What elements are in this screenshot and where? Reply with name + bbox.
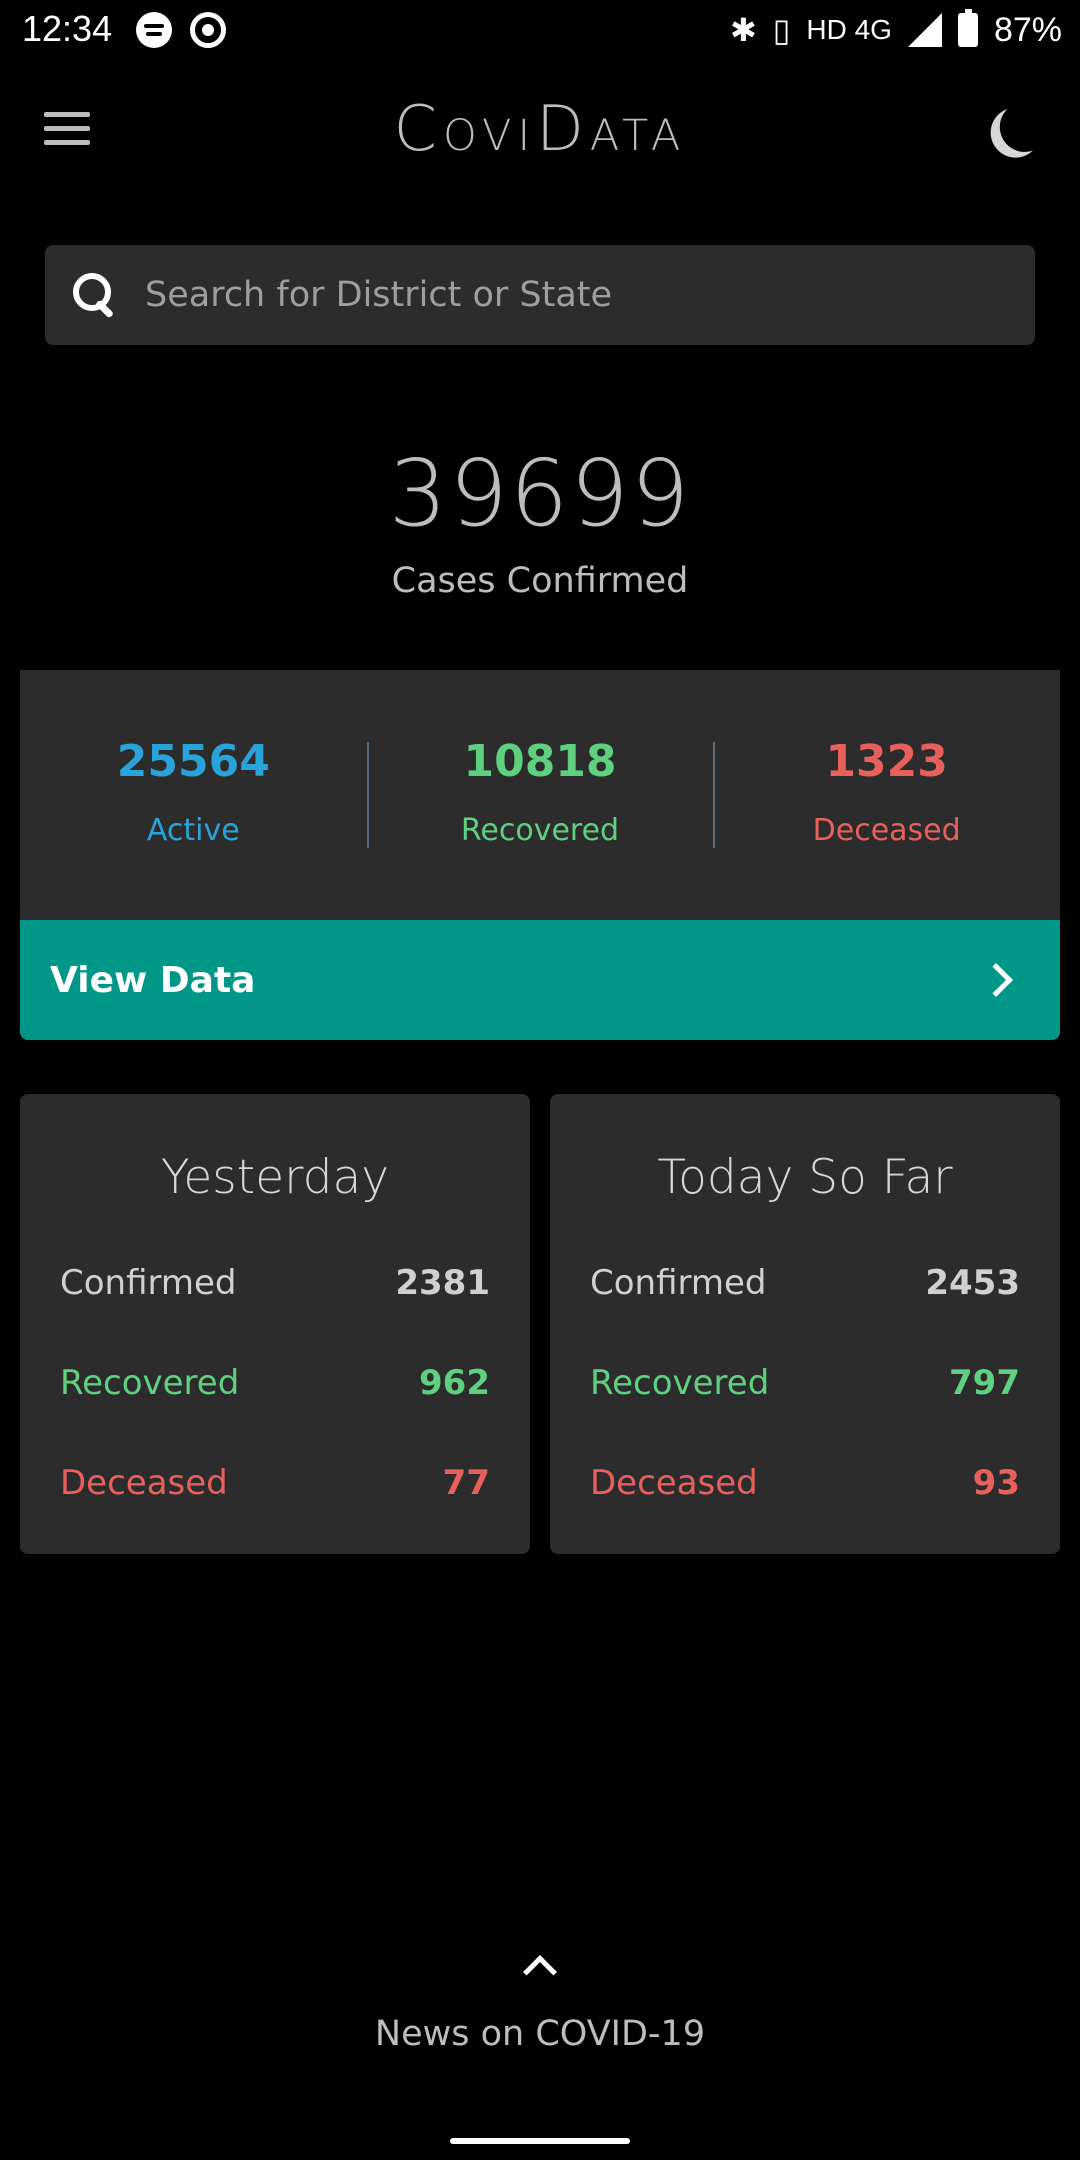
deceased-value: 77	[442, 1463, 490, 1503]
app-bar: CoviData	[0, 60, 1080, 200]
network-type: HD 4G	[806, 14, 892, 45]
today-recovered-row: Recovered 797	[590, 1358, 1020, 1408]
today-confirmed-row: Confirmed 2453	[590, 1258, 1020, 1308]
view-data-label: View Data	[50, 959, 256, 1001]
summary-stats: 25564 Active 10818 Recovered 1323 Deceas…	[20, 670, 1060, 920]
battery-icon	[957, 9, 978, 47]
chevron-up-icon	[523, 1955, 557, 1989]
signal-icon	[907, 13, 942, 47]
stat-active: 25564 Active	[20, 670, 367, 920]
confirmed-value: 2453	[925, 1263, 1020, 1303]
notification-app-icon	[190, 12, 226, 48]
search-icon	[73, 273, 117, 317]
deceased-label: Deceased	[812, 813, 961, 848]
summary-card: 25564 Active 10818 Recovered 1323 Deceas…	[20, 670, 1060, 1040]
battery-percent: 87%	[993, 10, 1062, 49]
today-card: Today So Far Confirmed 2453 Recovered 79…	[550, 1094, 1060, 1554]
confirmed-label: Cases Confirmed	[391, 561, 689, 601]
today-deceased-row: Deceased 93	[590, 1458, 1020, 1508]
deceased-label: Deceased	[60, 1463, 228, 1503]
app-title: CoviData	[393, 92, 687, 165]
headline: 39699 Cases Confirmed	[0, 440, 1080, 601]
home-indicator[interactable]	[450, 2138, 630, 2144]
news-panel-toggle[interactable]: News on COVID-19	[0, 1950, 1080, 2054]
recovered-value: 10818	[463, 736, 617, 787]
recovered-label: Recovered	[60, 1363, 240, 1403]
today-title: Today So Far	[657, 1150, 953, 1205]
confirmed-label: Confirmed	[590, 1263, 767, 1303]
confirmed-label: Confirmed	[60, 1263, 237, 1303]
recovered-value: 797	[949, 1363, 1020, 1403]
news-label: News on COVID-19	[374, 2014, 706, 2054]
view-data-button[interactable]: View Data	[20, 920, 1060, 1040]
deceased-value: 93	[972, 1463, 1020, 1503]
recovered-label: Recovered	[590, 1363, 770, 1403]
recovered-label: Recovered	[460, 813, 620, 848]
yesterday-confirmed-row: Confirmed 2381	[60, 1258, 490, 1308]
status-time: 12:34	[22, 8, 113, 49]
stat-deceased: 1323 Deceased	[713, 670, 1060, 920]
spotify-icon	[136, 12, 172, 48]
status-icons: ✱ ▯ HD 4G 87%	[730, 6, 1062, 54]
search-bar[interactable]	[45, 245, 1035, 345]
stat-recovered: 10818 Recovered	[366, 670, 714, 920]
confirmed-total: 39699	[388, 440, 692, 547]
recovered-value: 962	[419, 1363, 490, 1403]
yesterday-recovered-row: Recovered 962	[60, 1358, 490, 1408]
app-screen: 12:34 ✱ ▯ HD 4G 87% CoviData 39699 Cases…	[0, 0, 1080, 2160]
status-bar: 12:34 ✱ ▯ HD 4G 87%	[0, 0, 1080, 60]
deceased-value: 1323	[825, 736, 948, 787]
active-label: Active	[146, 813, 240, 848]
yesterday-card: Yesterday Confirmed 2381 Recovered 962 D…	[20, 1094, 530, 1554]
yesterday-title: Yesterday	[160, 1150, 390, 1205]
yesterday-deceased-row: Deceased 77	[60, 1458, 490, 1508]
chevron-right-icon	[979, 963, 1013, 997]
bluetooth-icon: ✱	[729, 12, 757, 48]
confirmed-value: 2381	[395, 1263, 490, 1303]
deceased-label: Deceased	[590, 1463, 758, 1503]
active-value: 25564	[116, 736, 270, 787]
vibrate-icon: ▯	[772, 12, 791, 48]
search-input[interactable]	[145, 245, 1035, 345]
